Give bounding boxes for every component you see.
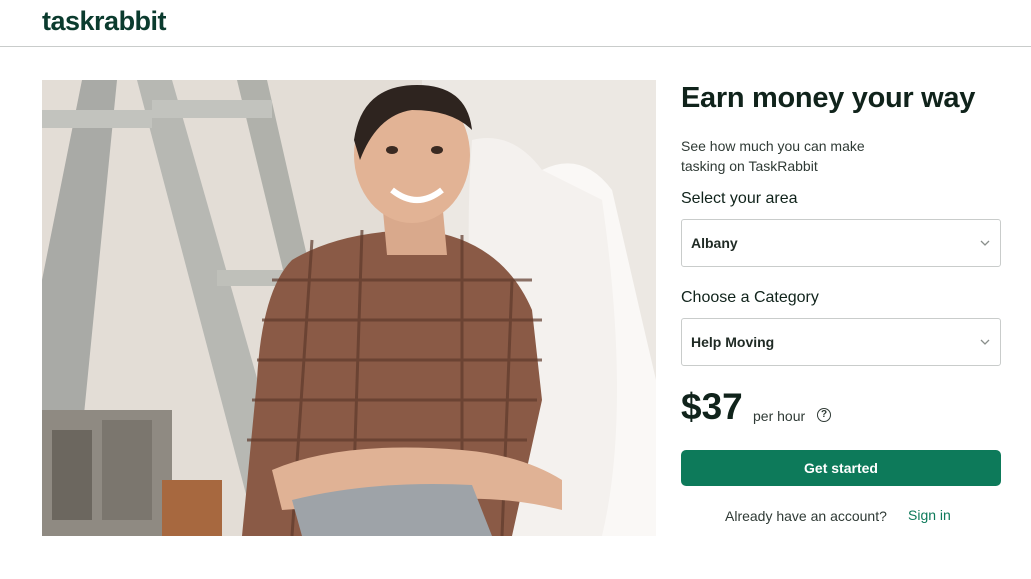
category-select-value: Help Moving xyxy=(691,334,775,350)
chevron-down-icon xyxy=(980,339,990,345)
taskrabbit-logo[interactable]: taskrabbit xyxy=(42,6,167,37)
area-select-value: Albany xyxy=(691,235,738,251)
area-select[interactable]: Albany xyxy=(681,219,1001,267)
subtitle-text: See how much you can make tasking on Tas… xyxy=(681,138,865,174)
page-title: Earn money your way xyxy=(681,82,976,114)
hero-image xyxy=(42,80,656,536)
top-header: taskrabbit xyxy=(0,0,1031,47)
sign-in-link[interactable]: Sign in xyxy=(908,507,951,523)
account-prompt: Already have an account? xyxy=(725,508,887,524)
chevron-down-icon xyxy=(980,240,990,246)
category-label: Choose a Category xyxy=(681,289,819,306)
category-select[interactable]: Help Moving xyxy=(681,318,1001,366)
get-started-button[interactable]: Get started xyxy=(681,450,1001,486)
per-hour-label: per hour xyxy=(753,408,806,424)
hourly-rate: $37 xyxy=(681,386,743,427)
tasker-photo-illustration xyxy=(42,80,656,536)
area-label: Select your area xyxy=(681,190,798,207)
help-icon[interactable]: ? xyxy=(817,408,831,422)
